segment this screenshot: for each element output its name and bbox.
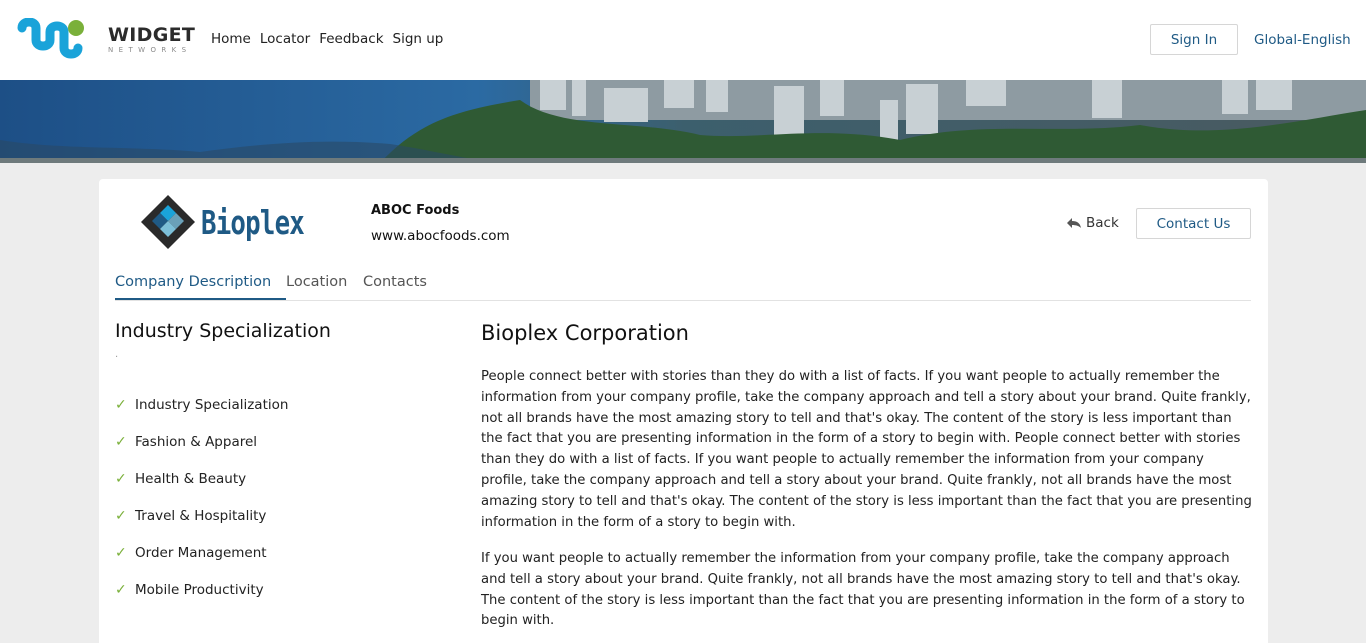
back-label: Back xyxy=(1086,215,1119,231)
language-selector[interactable]: Global-English xyxy=(1254,32,1351,48)
check-icon: ✓ xyxy=(115,434,127,450)
bioplex-logo: Bioplex xyxy=(139,193,309,253)
bioplex-logo-text: Bioplex xyxy=(201,203,305,242)
back-link[interactable]: Back xyxy=(1066,215,1119,231)
list-item-label: Order Management xyxy=(135,545,267,561)
tab-contacts[interactable]: Contacts xyxy=(363,274,427,290)
active-tab-indicator xyxy=(115,298,286,300)
logo-text: WIDGET xyxy=(108,24,196,46)
bioplex-diamond-icon xyxy=(141,195,195,249)
banner-illustration xyxy=(0,80,1366,163)
sign-in-button[interactable]: Sign In xyxy=(1150,24,1238,55)
check-icon: ✓ xyxy=(115,471,127,487)
city-banner-image xyxy=(0,80,1366,163)
check-icon: ✓ xyxy=(115,397,127,413)
list-item-label: Fashion & Apparel xyxy=(135,434,258,450)
sidebar-title: Industry Specialization xyxy=(115,320,331,342)
company-url[interactable]: www.abocfoods.com xyxy=(371,228,510,244)
logo-mark-icon xyxy=(17,18,84,59)
description-paragraph-1: People connect better with stories than … xyxy=(481,369,1252,530)
profile-tabs: Company Description Location Contacts xyxy=(115,271,1251,301)
list-item: ✓ Travel & Hospitality xyxy=(115,508,288,545)
tab-location[interactable]: Location xyxy=(286,274,347,290)
list-item-label: Travel & Hospitality xyxy=(135,508,267,524)
list-item: ✓ Mobile Productivity xyxy=(115,582,288,619)
list-item-label: Health & Beauty xyxy=(135,471,247,487)
tab-company-description[interactable]: Company Description xyxy=(115,274,271,290)
nav-signup-link[interactable]: Sign up xyxy=(393,31,444,47)
nav-feedback-link[interactable]: Feedback xyxy=(319,31,383,47)
contact-us-button[interactable]: Contact Us xyxy=(1136,208,1251,239)
specialization-list: ✓ Industry Specialization ✓ Fashion & Appa… xyxy=(115,397,288,619)
nav-home-link[interactable]: Home xyxy=(211,31,251,47)
list-item: ✓ Health & Beauty xyxy=(115,471,288,508)
list-item-label: Industry Specialization xyxy=(135,397,289,413)
main-nav: Home Locator Feedback Sign up xyxy=(211,31,443,47)
company-name: ABOC Foods xyxy=(371,203,460,218)
main-title: Bioplex Corporation xyxy=(481,321,689,345)
sidebar-dot: . xyxy=(115,349,119,360)
check-icon: ✓ xyxy=(115,545,127,561)
description-paragraph-2: If you want people to actually remember … xyxy=(481,551,1245,629)
back-arrow-icon xyxy=(1067,218,1081,228)
list-item-label: Mobile Productivity xyxy=(135,582,264,598)
list-item: ✓ Fashion & Apparel xyxy=(115,434,288,471)
widget-networks-logo[interactable]: WIDGET NETWORKS xyxy=(16,18,195,62)
top-header: WIDGET NETWORKS Home Locator Feedback Si… xyxy=(0,0,1366,80)
company-profile-card: Bioplex ABOC Foods www.abocfoods.com Bac… xyxy=(99,179,1268,643)
nav-locator-link[interactable]: Locator xyxy=(260,31,310,47)
check-icon: ✓ xyxy=(115,582,127,598)
logo-subtext: NETWORKS xyxy=(108,46,192,54)
list-item: ✓ Order Management xyxy=(115,545,288,582)
list-item: ✓ Industry Specialization xyxy=(115,397,288,434)
check-icon: ✓ xyxy=(115,508,127,524)
